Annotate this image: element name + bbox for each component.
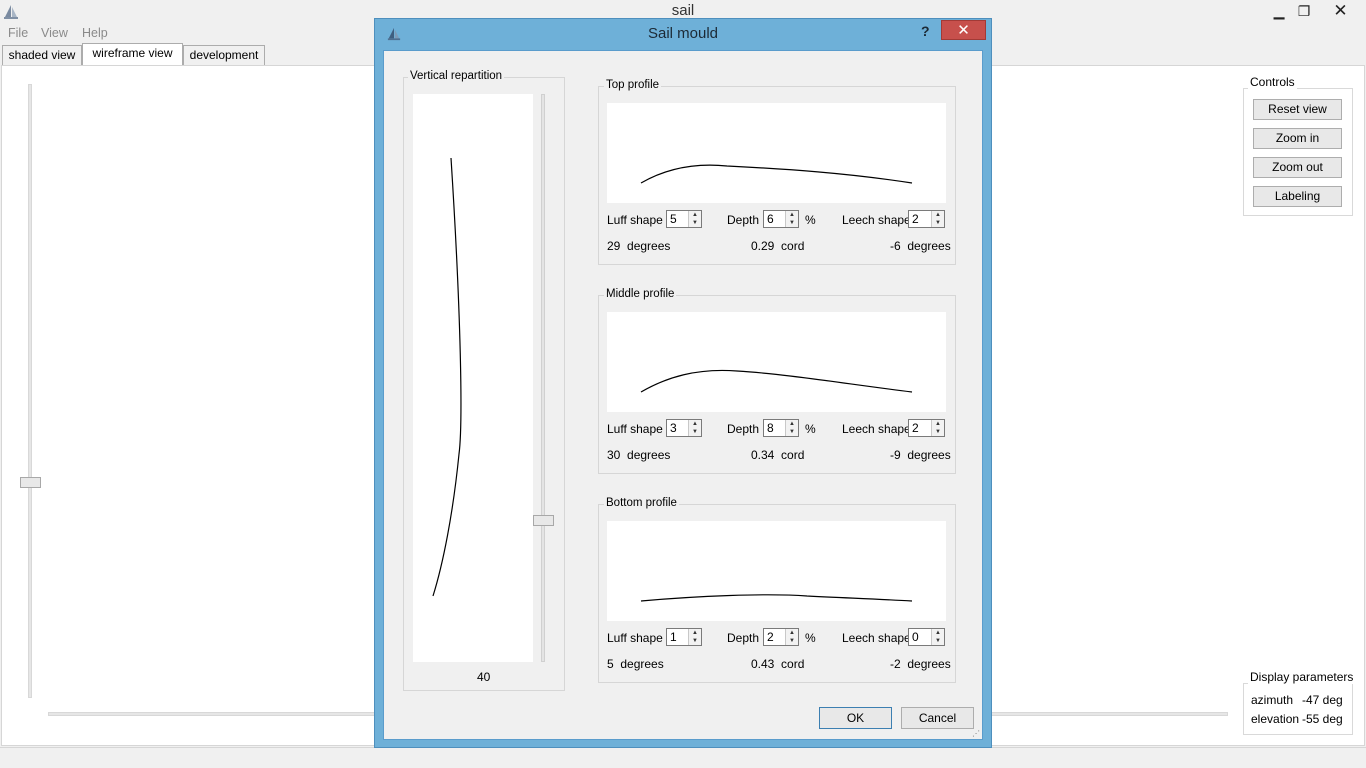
middle-profile-title: Middle profile: [604, 288, 677, 300]
repartition-slider-handle[interactable]: [533, 515, 554, 526]
elevation-value: -55 deg: [1302, 712, 1343, 726]
window-title: sail: [671, 2, 695, 19]
controls-title: Controls: [1248, 75, 1297, 89]
top-cord: 0.29 cord: [751, 239, 805, 253]
top-leech-shape-label: Leech shape: [842, 213, 911, 227]
azimuth-value: -47 deg: [1302, 693, 1343, 707]
bottom-luff-shape-spinbox[interactable]: 1 ▲ ▼: [666, 628, 702, 646]
top-profile-plot: [607, 103, 946, 203]
spin-arrows-icon[interactable]: ▲ ▼: [931, 211, 944, 227]
vertical-repartition-title: Vertical repartition: [408, 70, 505, 82]
spin-arrows-icon[interactable]: ▲ ▼: [688, 629, 701, 645]
bottom-leech-shape-spinbox[interactable]: 0 ▲ ▼: [908, 628, 945, 646]
bottom-depth-spinbox[interactable]: 2 ▲ ▼: [763, 628, 799, 646]
status-bar: [0, 747, 1366, 768]
top-luff-shape-spinbox[interactable]: 5 ▲ ▼: [666, 210, 702, 228]
bottom-cord: 0.43 cord: [751, 657, 805, 671]
dialog-title: Sail mould: [647, 25, 719, 42]
middle-percent-label: %: [805, 422, 816, 436]
spin-arrows-icon[interactable]: ▲ ▼: [931, 420, 944, 436]
display-parameters-title: Display parameters: [1248, 670, 1356, 684]
spin-arrows-icon[interactable]: ▲ ▼: [931, 629, 944, 645]
dialog-body: Vertical repartition 40 Top profile Luff…: [383, 50, 983, 740]
middle-luff-shape-label: Luff shape: [607, 422, 663, 436]
sail-mould-dialog: Sail mould ? ✕ Vertical repartition 40 T…: [374, 18, 992, 748]
menu-view[interactable]: View: [41, 26, 68, 40]
minimize-button[interactable]: ▁: [1268, 0, 1290, 22]
tab-wireframe-view[interactable]: wireframe view: [82, 43, 183, 65]
top-profile-title: Top profile: [604, 79, 662, 91]
middle-luff-angle: 30 degrees: [607, 448, 671, 462]
middle-cord: 0.34 cord: [751, 448, 805, 462]
top-depth-label: Depth: [727, 213, 760, 227]
resize-grip-icon[interactable]: ⋰: [972, 729, 980, 738]
cancel-button[interactable]: Cancel: [901, 707, 974, 729]
tab-shaded-view[interactable]: shaded view: [2, 45, 82, 65]
middle-leech-shape-label: Leech shape: [842, 422, 911, 436]
top-percent-label: %: [805, 213, 816, 227]
top-leech-shape-spinbox[interactable]: 2 ▲ ▼: [908, 210, 945, 228]
bottom-percent-label: %: [805, 631, 816, 645]
tab-development[interactable]: development: [183, 45, 265, 65]
dialog-close-button[interactable]: ✕: [941, 20, 986, 40]
spin-arrows-icon[interactable]: ▲ ▼: [688, 420, 701, 436]
ok-button[interactable]: OK: [819, 707, 892, 729]
top-luff-shape-label: Luff shape: [607, 213, 663, 227]
spin-arrows-icon[interactable]: ▲ ▼: [688, 211, 701, 227]
middle-profile-plot: [607, 312, 946, 412]
menu-help[interactable]: Help: [82, 26, 108, 40]
vertical-slider-track[interactable]: [28, 84, 32, 698]
maximize-button[interactable]: ❐: [1293, 0, 1315, 22]
bottom-leech-angle: -2 degrees: [890, 657, 951, 671]
spin-arrows-icon[interactable]: ▲ ▼: [785, 211, 798, 227]
reset-view-button[interactable]: Reset view: [1253, 99, 1342, 120]
bottom-profile-plot: [607, 521, 946, 621]
azimuth-label: azimuth: [1251, 693, 1294, 707]
bottom-depth-label: Depth: [727, 631, 760, 645]
top-luff-angle: 29 degrees: [607, 239, 671, 253]
elevation-label: elevation: [1251, 712, 1300, 726]
middle-luff-shape-spinbox[interactable]: 3 ▲ ▼: [666, 419, 702, 437]
repartition-value: 40: [477, 670, 491, 684]
display-parameters-group: [1243, 683, 1353, 735]
labeling-button[interactable]: Labeling: [1253, 186, 1342, 207]
bottom-leech-shape-label: Leech shape: [842, 631, 911, 645]
middle-leech-shape-spinbox[interactable]: 2 ▲ ▼: [908, 419, 945, 437]
middle-leech-angle: -9 degrees: [890, 448, 951, 462]
menu-file[interactable]: File: [8, 26, 28, 40]
middle-depth-label: Depth: [727, 422, 760, 436]
spin-arrows-icon[interactable]: ▲ ▼: [785, 420, 798, 436]
help-button[interactable]: ?: [921, 23, 930, 39]
top-depth-spinbox[interactable]: 6 ▲ ▼: [763, 210, 799, 228]
bottom-luff-angle: 5 degrees: [607, 657, 664, 671]
repartition-slider-track[interactable]: [541, 94, 545, 662]
bottom-profile-title: Bottom profile: [604, 497, 679, 509]
close-button[interactable]: ✕: [1318, 0, 1363, 22]
zoom-out-button[interactable]: Zoom out: [1253, 157, 1342, 178]
vertical-repartition-plot: [413, 94, 533, 662]
bottom-luff-shape-label: Luff shape: [607, 631, 663, 645]
top-leech-angle: -6 degrees: [890, 239, 951, 253]
middle-depth-spinbox[interactable]: 8 ▲ ▼: [763, 419, 799, 437]
spin-arrows-icon[interactable]: ▲ ▼: [785, 629, 798, 645]
zoom-in-button[interactable]: Zoom in: [1253, 128, 1342, 149]
vertical-slider-handle[interactable]: [20, 477, 41, 488]
